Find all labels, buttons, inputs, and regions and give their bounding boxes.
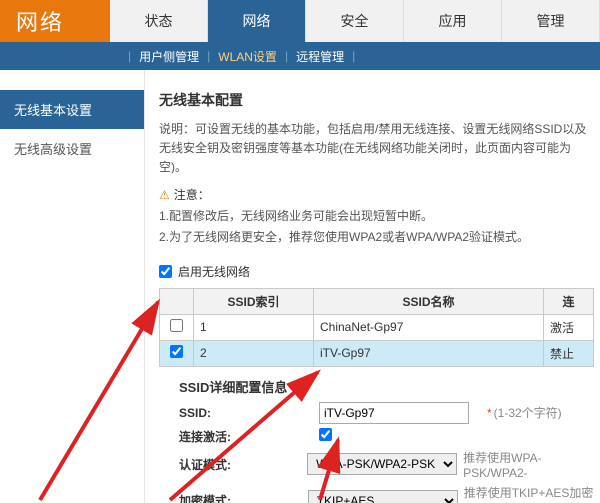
ssid-table: SSID索引 SSID名称 连 1 ChinaNet-Gp97 激活 2 iTV… <box>159 288 594 367</box>
enc-label: 加密模式: <box>159 492 308 503</box>
warn-title: ⚠ 注意： <box>159 186 594 203</box>
row-link-2: 禁止 <box>544 340 594 366</box>
ssid-label: SSID: <box>159 406 319 420</box>
row-name-1: ChinaNet-Gp97 <box>314 314 544 340</box>
row-idx-1: 1 <box>194 314 314 340</box>
enable-wifi-label: 启用无线网络 <box>178 263 250 280</box>
section-desc: 说明：可设置无线的基本功能，包括启用/禁用无线连接、设置无线网络SSID以及无线… <box>159 120 594 178</box>
col-select <box>160 288 194 314</box>
row-name-2: iTV-Gp97 <box>314 340 544 366</box>
tab-network[interactable]: 网络 <box>208 0 306 42</box>
main-tabs: 状态 网络 安全 应用 管理 <box>110 0 600 42</box>
tab-security[interactable]: 安全 <box>306 0 404 42</box>
ssid-hint: *(1-32个字符) <box>485 404 562 421</box>
note-2: 2.为了无线网络更安全，推荐您使用WPA2或者WPA/WPA2验证模式。 <box>159 228 594 247</box>
subnav-wlan[interactable]: WLAN设置 <box>218 48 277 65</box>
sub-nav: | 用户侧管理 | WLAN设置 | 远程管理 | <box>0 42 600 70</box>
section-title: 无线基本配置 <box>159 90 594 110</box>
tab-status[interactable]: 状态 <box>110 0 208 42</box>
enc-select[interactable]: TKIP+AES <box>308 490 458 503</box>
row-select-1[interactable] <box>170 319 183 332</box>
ssid-input[interactable] <box>319 402 469 424</box>
conn-checkbox[interactable] <box>319 428 332 441</box>
subnav-users[interactable]: 用户侧管理 <box>139 48 199 65</box>
tab-app[interactable]: 应用 <box>404 0 502 42</box>
col-name: SSID名称 <box>314 288 544 314</box>
sidebar: 无线基本设置 无线高级设置 <box>0 70 145 503</box>
table-row[interactable]: 1 ChinaNet-Gp97 激活 <box>160 314 594 340</box>
detail-title: SSID详细配置信息 <box>179 377 594 396</box>
tab-manage[interactable]: 管理 <box>502 0 600 42</box>
conn-label: 连接激活: <box>159 428 319 445</box>
sidebar-item-advanced[interactable]: 无线高级设置 <box>0 129 144 168</box>
note-1: 1.配置修改后，无线网络业务可能会出现短暂中断。 <box>159 207 594 226</box>
auth-hint: 推荐使用WPA-PSK/WPA2- <box>463 449 594 480</box>
enc-hint: 推荐使用TKIP+AES加密方 <box>464 484 594 503</box>
warning-icon: ⚠ <box>159 188 170 202</box>
row-idx-2: 2 <box>194 340 314 366</box>
content: 无线基本配置 说明：可设置无线的基本功能，包括启用/禁用无线连接、设置无线网络S… <box>145 70 600 503</box>
auth-label: 认证模式: <box>159 456 307 473</box>
enable-wifi-checkbox[interactable] <box>159 265 172 278</box>
auth-select[interactable]: WPA-PSK/WPA2-PSK <box>307 453 457 475</box>
row-select-2[interactable] <box>170 345 183 358</box>
table-row[interactable]: 2 iTV-Gp97 禁止 <box>160 340 594 366</box>
row-link-1: 激活 <box>544 314 594 340</box>
logo: 网络 <box>0 0 110 42</box>
col-link: 连 <box>544 288 594 314</box>
col-index: SSID索引 <box>194 288 314 314</box>
sidebar-item-basic[interactable]: 无线基本设置 <box>0 90 144 129</box>
subnav-remote[interactable]: 远程管理 <box>296 48 344 65</box>
warn-label: 注意： <box>174 188 210 202</box>
